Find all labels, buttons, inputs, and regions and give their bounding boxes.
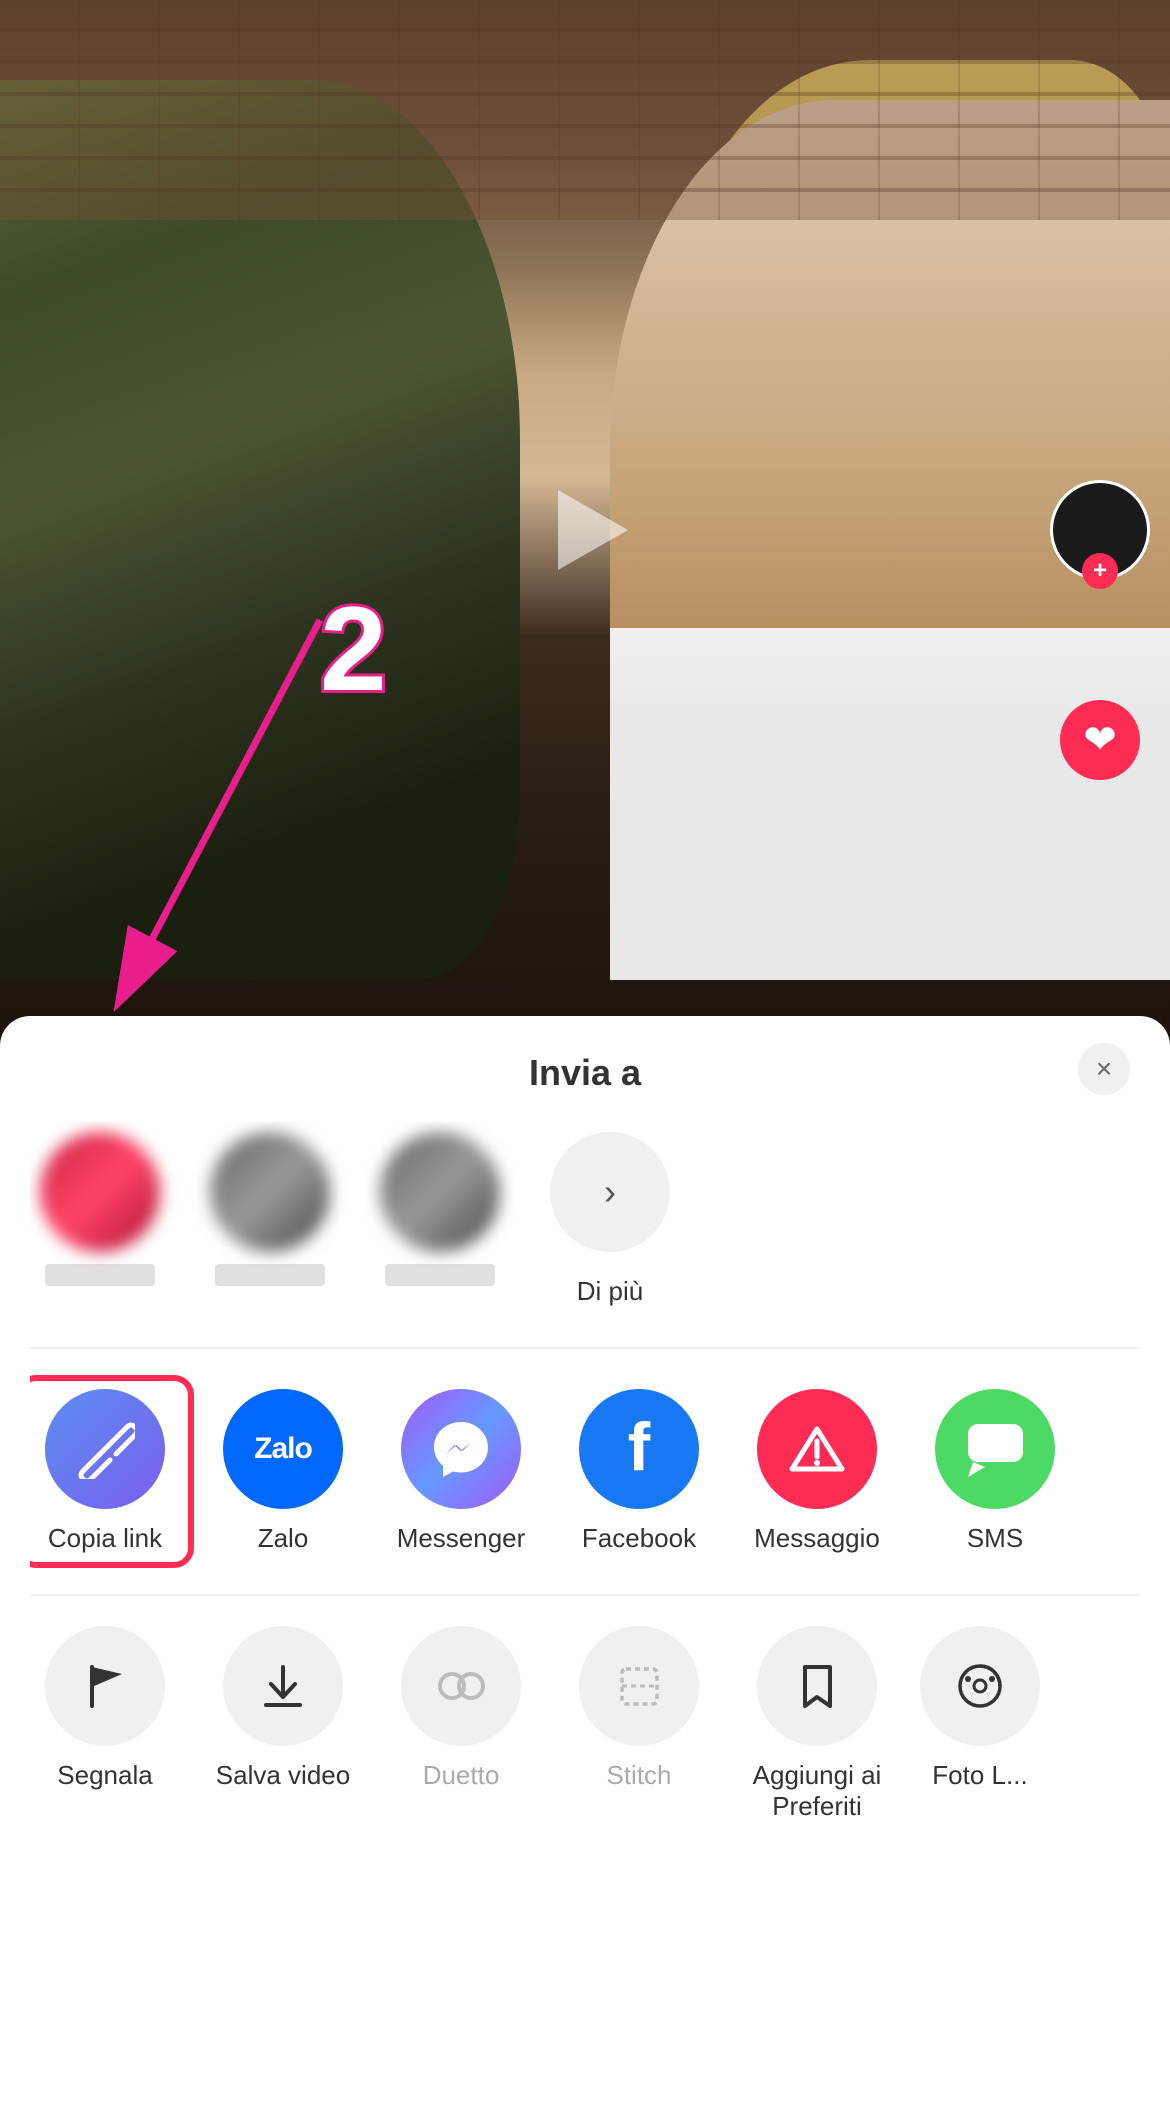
salva-icon-circle	[223, 1626, 343, 1746]
messaggio-button[interactable]: Messaggio	[742, 1389, 892, 1554]
contact-item[interactable]	[30, 1132, 170, 1286]
stitch-icon-circle	[579, 1626, 699, 1746]
bookmark-icon	[790, 1659, 845, 1714]
aggiungi-preferiti-button[interactable]: Aggiungi ai Preferiti	[742, 1626, 892, 1822]
salva-video-button[interactable]: Salva video	[208, 1626, 358, 1791]
sheet-title: Invia a	[529, 1052, 641, 1094]
video-background: 2 + ❤	[0, 0, 1170, 1060]
zalo-button[interactable]: Zalo Zalo	[208, 1389, 358, 1554]
aggiungi-label: Aggiungi ai Preferiti	[742, 1760, 892, 1822]
duetto-icon-circle	[401, 1626, 521, 1746]
facebook-button[interactable]: f Facebook	[564, 1389, 714, 1554]
stitch-label: Stitch	[606, 1760, 671, 1791]
brick-wall	[0, 0, 1170, 220]
more-icon: ›	[550, 1132, 670, 1252]
contact-name-1	[45, 1264, 155, 1286]
duetto-label: Duetto	[423, 1760, 500, 1791]
messenger-label: Messenger	[397, 1523, 526, 1554]
sms-label: SMS	[967, 1523, 1023, 1554]
camera-icon	[953, 1659, 1008, 1714]
messenger-button[interactable]: Messenger	[386, 1389, 536, 1554]
annotation-number: 2	[320, 580, 387, 718]
zalo-icon: Zalo	[223, 1389, 343, 1509]
contact-item[interactable]	[200, 1132, 340, 1286]
play-button[interactable]	[535, 480, 635, 580]
contact-avatar-3	[380, 1132, 500, 1252]
aggiungi-icon-circle	[757, 1626, 877, 1746]
stitch-button[interactable]: Stitch	[564, 1626, 714, 1791]
divider-2	[30, 1594, 1140, 1596]
more-contacts-button[interactable]: › Di più	[540, 1132, 680, 1307]
contacts-row: › Di più	[30, 1122, 1140, 1337]
foto-label: Foto L...	[932, 1760, 1027, 1791]
sms-icon	[935, 1389, 1055, 1509]
stitch-icon	[612, 1659, 667, 1714]
facebook-icon: f	[579, 1389, 699, 1509]
contact-name-3	[385, 1264, 495, 1286]
contact-avatar-1	[40, 1132, 160, 1252]
play-triangle	[558, 490, 628, 570]
foto-button[interactable]: Foto L...	[920, 1626, 1040, 1791]
messenger-icon	[401, 1389, 521, 1509]
copy-link-icon	[45, 1389, 165, 1509]
download-icon	[256, 1659, 311, 1714]
zalo-label: Zalo	[258, 1523, 309, 1554]
messaggio-icon	[757, 1389, 877, 1509]
contact-avatar-2	[210, 1132, 330, 1252]
messaggio-svg	[787, 1419, 847, 1479]
share-sheet: Invia a × › Di più	[0, 1016, 1170, 2106]
app-share-row: Copia link Zalo Zalo	[30, 1359, 1140, 1584]
sheet-header: Invia a ×	[30, 1016, 1140, 1122]
right-sidebar: + ❤	[1050, 480, 1150, 780]
segnala-button[interactable]: Segnala	[30, 1626, 180, 1791]
segnala-label: Segnala	[57, 1760, 152, 1791]
copy-link-button[interactable]: Copia link	[30, 1389, 180, 1554]
profile-avatar[interactable]: +	[1050, 480, 1150, 580]
messaggio-label: Messaggio	[754, 1523, 880, 1554]
copy-link-label: Copia link	[48, 1523, 162, 1554]
actions-row: Segnala Salva video Duetto	[30, 1606, 1140, 1852]
like-button[interactable]: ❤	[1060, 700, 1140, 780]
divider-1	[30, 1347, 1140, 1349]
chain-svg	[75, 1419, 135, 1479]
duetto-button[interactable]: Duetto	[386, 1626, 536, 1791]
more-label: Di più	[577, 1276, 643, 1307]
contact-name-2	[215, 1264, 325, 1286]
facebook-label: Facebook	[582, 1523, 696, 1554]
segnala-icon-circle	[45, 1626, 165, 1746]
flag-icon	[78, 1659, 133, 1714]
messenger-svg	[429, 1417, 494, 1482]
salva-video-label: Salva video	[216, 1760, 350, 1791]
sms-svg	[963, 1419, 1028, 1479]
sms-button[interactable]: SMS	[920, 1389, 1070, 1554]
foto-icon-circle	[920, 1626, 1040, 1746]
close-button[interactable]: ×	[1078, 1043, 1130, 1095]
follow-button[interactable]: +	[1082, 553, 1118, 589]
duetto-icon	[434, 1659, 489, 1714]
contact-item[interactable]	[370, 1132, 510, 1286]
